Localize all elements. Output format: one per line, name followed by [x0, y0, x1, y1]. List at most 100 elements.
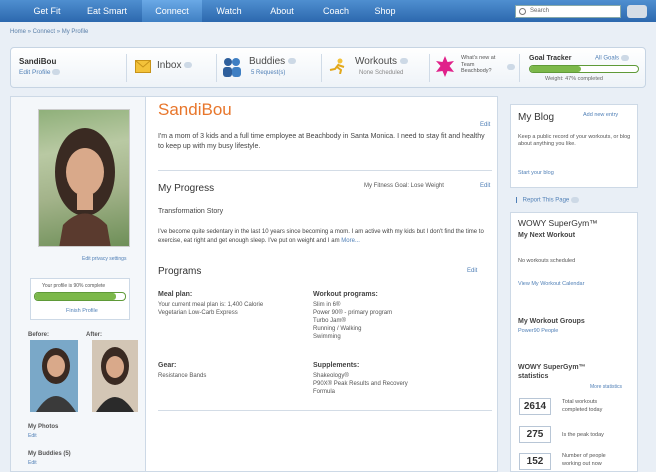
bio-edit-link[interactable]: Edit [480, 122, 490, 128]
dropdown-icon[interactable] [287, 58, 296, 65]
profile-complete-text: Your profile is 90% complete [42, 283, 106, 289]
programs-edit-link[interactable]: Edit [467, 268, 477, 274]
meal-plan-title: Meal plan: [158, 291, 193, 298]
progress-edit-link[interactable]: Edit [480, 183, 490, 189]
tab-coach[interactable]: Coach [312, 0, 360, 22]
next-workout-title: My Next Workout [518, 232, 576, 239]
my-progress-title: My Progress [158, 183, 215, 194]
transformation-story-title: Transformation Story [158, 208, 224, 215]
supplement-item: Formula [313, 389, 336, 395]
supplement-item: Shakeology® [313, 373, 349, 379]
search-placeholder: Search [530, 8, 550, 14]
workouts-sub: None Scheduled [359, 70, 404, 76]
workout-program-item: Power 90® - primary program [313, 310, 393, 316]
more-stats-link[interactable]: More statistics [590, 384, 622, 390]
transformation-story-text: I've become quite sedentary in the last … [158, 229, 484, 244]
workout-program-item: Running / Walking [313, 326, 362, 332]
tab-get-fit[interactable]: Get Fit [22, 0, 72, 22]
divider [158, 410, 492, 411]
supplements-list: Shakeology® P90X® Peak Results and Recov… [313, 372, 408, 396]
breadcrumb: Home » Connect » My Profile [10, 29, 89, 35]
search-icon [519, 8, 526, 15]
dropdown-icon[interactable] [184, 62, 193, 69]
blog-text: Keep a public record of your workouts, o… [518, 134, 631, 147]
dropdown-icon[interactable] [570, 197, 579, 203]
stats-title: WOWY SuperGym™ statistics [518, 364, 586, 380]
workout-programs-title: Workout programs: [313, 291, 378, 298]
stat-label: Total workouts completed today [562, 399, 603, 413]
profile-name: SandiBou [158, 100, 232, 119]
dropdown-icon[interactable] [52, 69, 61, 76]
before-photo-image [36, 348, 76, 412]
profile-photo-image [55, 128, 115, 246]
after-photo [92, 340, 138, 412]
top-nav: Get Fit Eat Smart Connect Watch About Co… [0, 0, 656, 22]
edit-privacy-link[interactable]: Edit privacy settings [82, 256, 126, 262]
gear-item: Resistance Bands [158, 373, 207, 379]
dropdown-icon[interactable] [399, 58, 408, 65]
my-photos-edit-link[interactable]: Edit [28, 433, 37, 439]
start-blog-link[interactable]: Start your blog [518, 170, 554, 176]
programs-title: Programs [158, 266, 202, 277]
edit-profile-link[interactable]: Edit Profile [19, 69, 61, 76]
report-page-link[interactable]: Report This Page [516, 197, 579, 204]
workout-programs-list: Slim in 6® Power 90® - primary program T… [313, 301, 392, 341]
profile-photo [38, 109, 130, 247]
story-more-link[interactable]: More... [341, 238, 360, 244]
my-photos-title: My Photos [28, 424, 59, 430]
my-buddies-title: My Buddies (5) [28, 451, 71, 457]
tab-shop[interactable]: Shop [364, 0, 406, 22]
buddies-link[interactable]: Buddies [249, 56, 296, 67]
new-badge-icon [436, 56, 454, 77]
meal-plan-line: Vegetarian Low-Carb Express [158, 310, 238, 316]
workout-program-item: Swimming [313, 334, 341, 340]
all-goals-link[interactable]: All Goals [595, 55, 629, 62]
goal-tracker-title: Goal Tracker [529, 55, 572, 62]
search-input[interactable]: Search [515, 5, 621, 18]
workout-program-item: Slim in 6® [313, 302, 341, 308]
profile-progress-track [34, 292, 126, 301]
workouts-link[interactable]: Workouts [355, 56, 408, 67]
dropdown-icon[interactable] [620, 55, 629, 61]
dropdown-icon[interactable] [507, 64, 515, 70]
username-label: SandiBou [19, 57, 57, 66]
supplements-title: Supplements: [313, 362, 360, 369]
finish-profile-link[interactable]: Finish Profile [66, 308, 98, 314]
blog-title: My Blog [518, 112, 555, 123]
stat-value: 152 [519, 453, 551, 470]
profile-progress-fill [35, 293, 116, 300]
my-buddies-edit-link[interactable]: Edit [28, 460, 37, 466]
inbox-link[interactable]: Inbox [157, 60, 193, 71]
tab-connect[interactable]: Connect [142, 0, 202, 22]
workout-group-link[interactable]: Power90 People [518, 328, 558, 334]
workout-groups-title: My Workout Groups [518, 318, 585, 325]
meal-plan-list: Your current meal plan is: 1,400 Calorie… [158, 301, 263, 317]
buddies-icon [223, 58, 241, 77]
before-label: Before: [28, 332, 50, 338]
stat-label: Is the peak today [562, 432, 604, 438]
meal-plan-line: Your current meal plan is: 1,400 Calorie [158, 302, 264, 308]
goal-progress-track [529, 65, 639, 73]
add-entry-link[interactable]: Add new entry [583, 112, 618, 118]
status-bar: SandiBou Edit Profile Inbox Buddies 5 Re… [10, 47, 646, 88]
before-photo [30, 340, 78, 412]
envelope-icon [135, 60, 151, 73]
goal-progress-text: Weight: 47% completed [545, 76, 603, 82]
workout-program-item: Turbo Jam® [313, 318, 346, 324]
fitness-goal: My Fitness Goal: Lose Weight [364, 183, 444, 189]
search-button[interactable] [627, 5, 647, 18]
tab-eat-smart[interactable]: Eat Smart [78, 0, 136, 22]
no-workouts-text: No workouts scheduled [518, 258, 576, 264]
after-photo-image [96, 347, 134, 412]
tab-about[interactable]: About [258, 0, 306, 22]
stat-label: Number of people working out now [562, 453, 606, 467]
profile-bio: I'm a mom of 3 kids and a full time empl… [158, 133, 485, 150]
supergym-title: WOWY SuperGym™ [518, 218, 598, 228]
tab-watch[interactable]: Watch [206, 0, 252, 22]
view-calendar-link[interactable]: View My Workout Calendar [518, 281, 584, 287]
after-label: After: [86, 332, 102, 338]
stat-value: 2614 [519, 398, 551, 415]
team-new-link[interactable]: What's new at Team Beachbody? [461, 55, 495, 75]
buddy-requests-link[interactable]: 5 Request(s) [251, 70, 285, 76]
goal-progress-fill [530, 66, 581, 72]
